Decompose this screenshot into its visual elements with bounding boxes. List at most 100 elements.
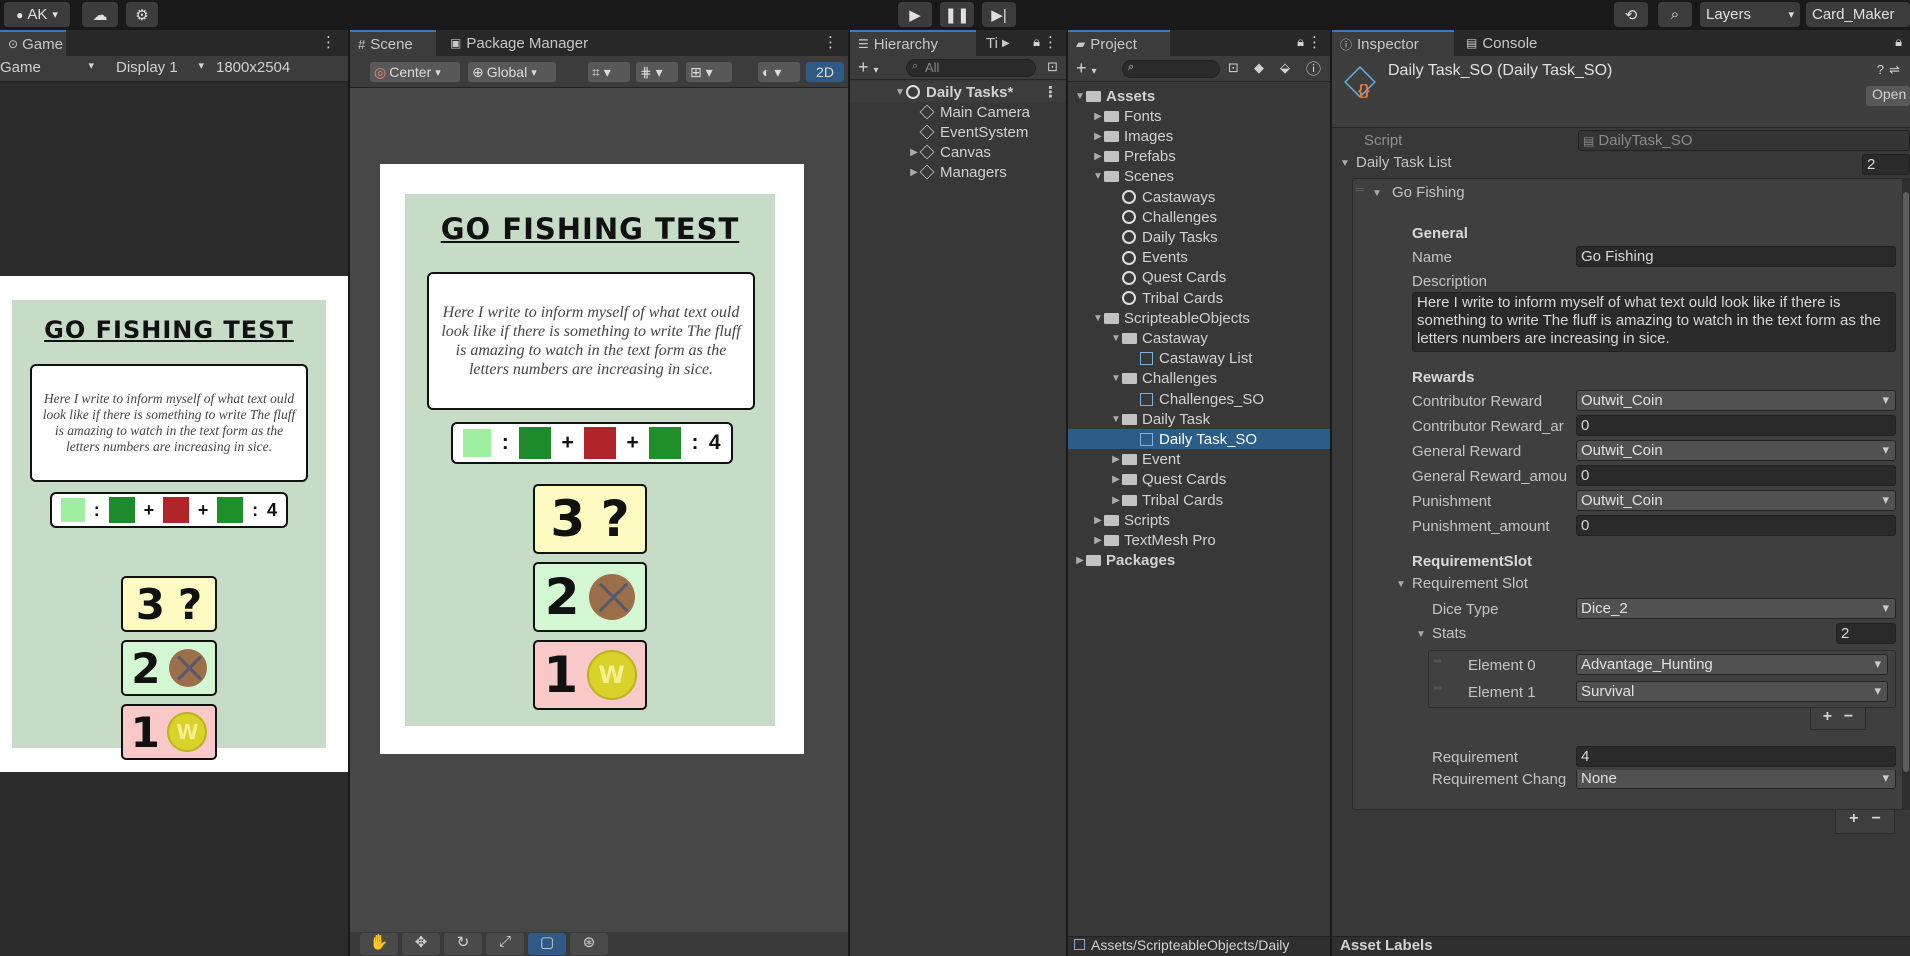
more-icon[interactable]: ⋮	[1043, 33, 1058, 51]
expand-arrow-icon[interactable]: ▶	[1110, 454, 1122, 465]
project-item[interactable]: Daily Tasks	[1068, 227, 1330, 247]
project-item[interactable]: Tribal Cards	[1068, 288, 1330, 308]
pause-button[interactable]: ❚❚	[940, 2, 974, 27]
more-icon[interactable]: ⋮	[1307, 33, 1322, 51]
daily-task-list-label[interactable]: Daily Task List	[1356, 154, 1452, 171]
expand-arrow-icon[interactable]: ▼	[1110, 333, 1122, 344]
project-item[interactable]: ▶ Fonts	[1068, 106, 1330, 126]
project-item[interactable]: ▼ Daily Task	[1068, 409, 1330, 429]
description-textarea[interactable]: Here I write to inform myself of what te…	[1412, 292, 1896, 352]
drag-handle-icon[interactable]: ═	[1434, 683, 1441, 694]
layers-dropdown[interactable]: Layers ▾	[1700, 2, 1800, 27]
requirement-change-dropdown[interactable]: None	[1576, 770, 1896, 789]
expand-arrow-icon[interactable]: ▶	[1092, 111, 1104, 122]
list-size-field[interactable]: 2	[1862, 154, 1910, 175]
label-icon[interactable]: ⬙	[1280, 60, 1290, 76]
transform-tool-icon[interactable]: ⊛	[570, 933, 608, 955]
hierarchy-item[interactable]: Main Camera	[850, 102, 1066, 122]
ruler-button[interactable]: ⊞ ▾	[686, 62, 732, 82]
expand-arrow-icon[interactable]: ▼	[1092, 171, 1104, 182]
project-item[interactable]: ▶ Prefabs	[1068, 147, 1330, 167]
hierarchy-search-input[interactable]: ⌕ All	[906, 59, 1036, 77]
stats-label[interactable]: Stats	[1432, 625, 1466, 642]
project-item[interactable]: ▶ Packages	[1068, 551, 1330, 571]
dice-type-dropdown[interactable]: Dice_2	[1576, 598, 1896, 619]
project-item[interactable]: ▶ Event	[1068, 450, 1330, 470]
scene-root-row[interactable]: ▼ Daily Tasks* ⋮	[850, 82, 1066, 102]
display-dropdown[interactable]: Display 1 ▾	[116, 59, 208, 76]
project-item[interactable]: ▶ Quest Cards	[1068, 470, 1330, 490]
hierarchy-item[interactable]: EventSystem	[850, 122, 1066, 142]
grid-snap-button[interactable]: ⌗ ▾	[588, 62, 630, 82]
expand-arrow-icon[interactable]: ▶	[908, 147, 920, 158]
contributor-amount-field[interactable]: 0	[1576, 415, 1896, 436]
toggle-2d-button[interactable]: 2D	[806, 62, 844, 82]
tab-inspector[interactable]: ⓘ Inspector	[1332, 30, 1454, 56]
stats-size-field[interactable]: 2	[1836, 623, 1896, 644]
help-icon[interactable]: ?	[1877, 62, 1884, 77]
tab-scene[interactable]: # Scene	[350, 30, 436, 56]
more-icon[interactable]: ⋮	[321, 33, 336, 51]
element-name-label[interactable]: Go Fishing	[1392, 184, 1465, 201]
lock-icon[interactable]: 🔒︎	[1297, 34, 1304, 50]
rotate-tool-icon[interactable]: ↻	[444, 933, 482, 955]
project-item[interactable]: ▼ ScripteableObjects	[1068, 308, 1330, 328]
add-icon[interactable]: + ▾	[858, 57, 879, 78]
add-stat-button[interactable]: +	[1823, 708, 1832, 729]
project-search-input[interactable]: ⌕	[1122, 60, 1220, 78]
project-item[interactable]: Castaway List	[1068, 349, 1330, 369]
project-item[interactable]: Castaways	[1068, 187, 1330, 207]
tab-hierarchy[interactable]: ☰ Hierarchy	[850, 30, 976, 56]
expand-arrow-icon[interactable]: ▶	[1110, 474, 1122, 485]
expand-arrow-icon[interactable]: ▼	[1372, 188, 1382, 199]
drag-handle-icon[interactable]: ═	[1356, 184, 1364, 196]
remove-stat-button[interactable]: −	[1844, 708, 1853, 729]
hierarchy-item[interactable]: ▶ Managers	[850, 162, 1066, 182]
project-item[interactable]: ▶ Images	[1068, 126, 1330, 146]
requirement-field[interactable]: 4	[1576, 746, 1896, 767]
project-item[interactable]: ▼ Challenges	[1068, 369, 1330, 389]
info-icon[interactable]: ⓘ	[1306, 58, 1321, 79]
tab-timeline[interactable]: Ti ▶	[978, 30, 1018, 56]
expand-arrow-icon[interactable]: ▶	[1092, 515, 1104, 526]
resolution-dropdown[interactable]: 1800x2504	[216, 59, 290, 76]
asset-labels-bar[interactable]: Asset Labels	[1332, 936, 1910, 956]
expand-arrow-icon[interactable]: ▶	[1074, 555, 1086, 566]
rect-tool-icon[interactable]: ▢	[528, 933, 566, 955]
expand-arrow-icon[interactable]: ▶	[1110, 495, 1122, 506]
project-item[interactable]: ▼ Castaway	[1068, 328, 1330, 348]
more-icon[interactable]: ⋮	[1043, 83, 1058, 101]
project-item[interactable]: Events	[1068, 248, 1330, 268]
lock-icon[interactable]: 🔒︎	[1033, 34, 1040, 50]
punishment-dropdown[interactable]: Outwit_Coin	[1576, 490, 1896, 511]
layout-dropdown[interactable]: Card_Maker	[1806, 2, 1910, 27]
add-element-button[interactable]: +	[1849, 810, 1858, 833]
tab-console[interactable]: ▤ Console	[1458, 30, 1545, 56]
history-button[interactable]: ⟲	[1614, 2, 1648, 27]
general-amount-field[interactable]: 0	[1576, 465, 1896, 486]
project-item[interactable]: Quest Cards	[1068, 268, 1330, 288]
expand-arrow-icon[interactable]: ▼	[1110, 414, 1122, 425]
name-field[interactable]: Go Fishing	[1576, 246, 1896, 267]
expand-arrow-icon[interactable]: ▼	[1396, 579, 1406, 590]
increment-snap-button[interactable]: ⋕ ▾	[636, 62, 678, 82]
presets-icon[interactable]: ⇌	[1889, 62, 1900, 78]
expand-arrow-icon[interactable]: ▶	[1092, 151, 1104, 162]
remove-element-button[interactable]: −	[1872, 810, 1881, 833]
hierarchy-item[interactable]: ▶ Canvas	[850, 142, 1066, 162]
expand-arrow-icon[interactable]: ▼	[1110, 373, 1122, 384]
punishment-amount-field[interactable]: 0	[1576, 515, 1896, 536]
expand-arrow-icon[interactable]: ▼	[1074, 91, 1086, 102]
tab-package-manager[interactable]: ▣ Package Manager	[442, 30, 596, 56]
filter-icon[interactable]: ◆	[1254, 60, 1264, 76]
project-item[interactable]: ▶ Scripts	[1068, 510, 1330, 530]
expand-arrow-icon[interactable]: ▼	[1340, 158, 1350, 169]
cloud-button[interactable]: ☁	[82, 2, 118, 27]
tab-project[interactable]: ▰ Project	[1068, 30, 1170, 56]
project-item[interactable]: Daily Task_SO	[1068, 429, 1330, 450]
search-filter-icon[interactable]: ⊡	[1047, 59, 1058, 75]
more-icon[interactable]: ⋮	[823, 33, 838, 51]
expand-arrow-icon[interactable]: ▼	[1092, 313, 1104, 324]
expand-arrow-icon[interactable]: ▼	[1416, 629, 1426, 640]
expand-arrow-icon[interactable]: ▶	[908, 167, 920, 178]
